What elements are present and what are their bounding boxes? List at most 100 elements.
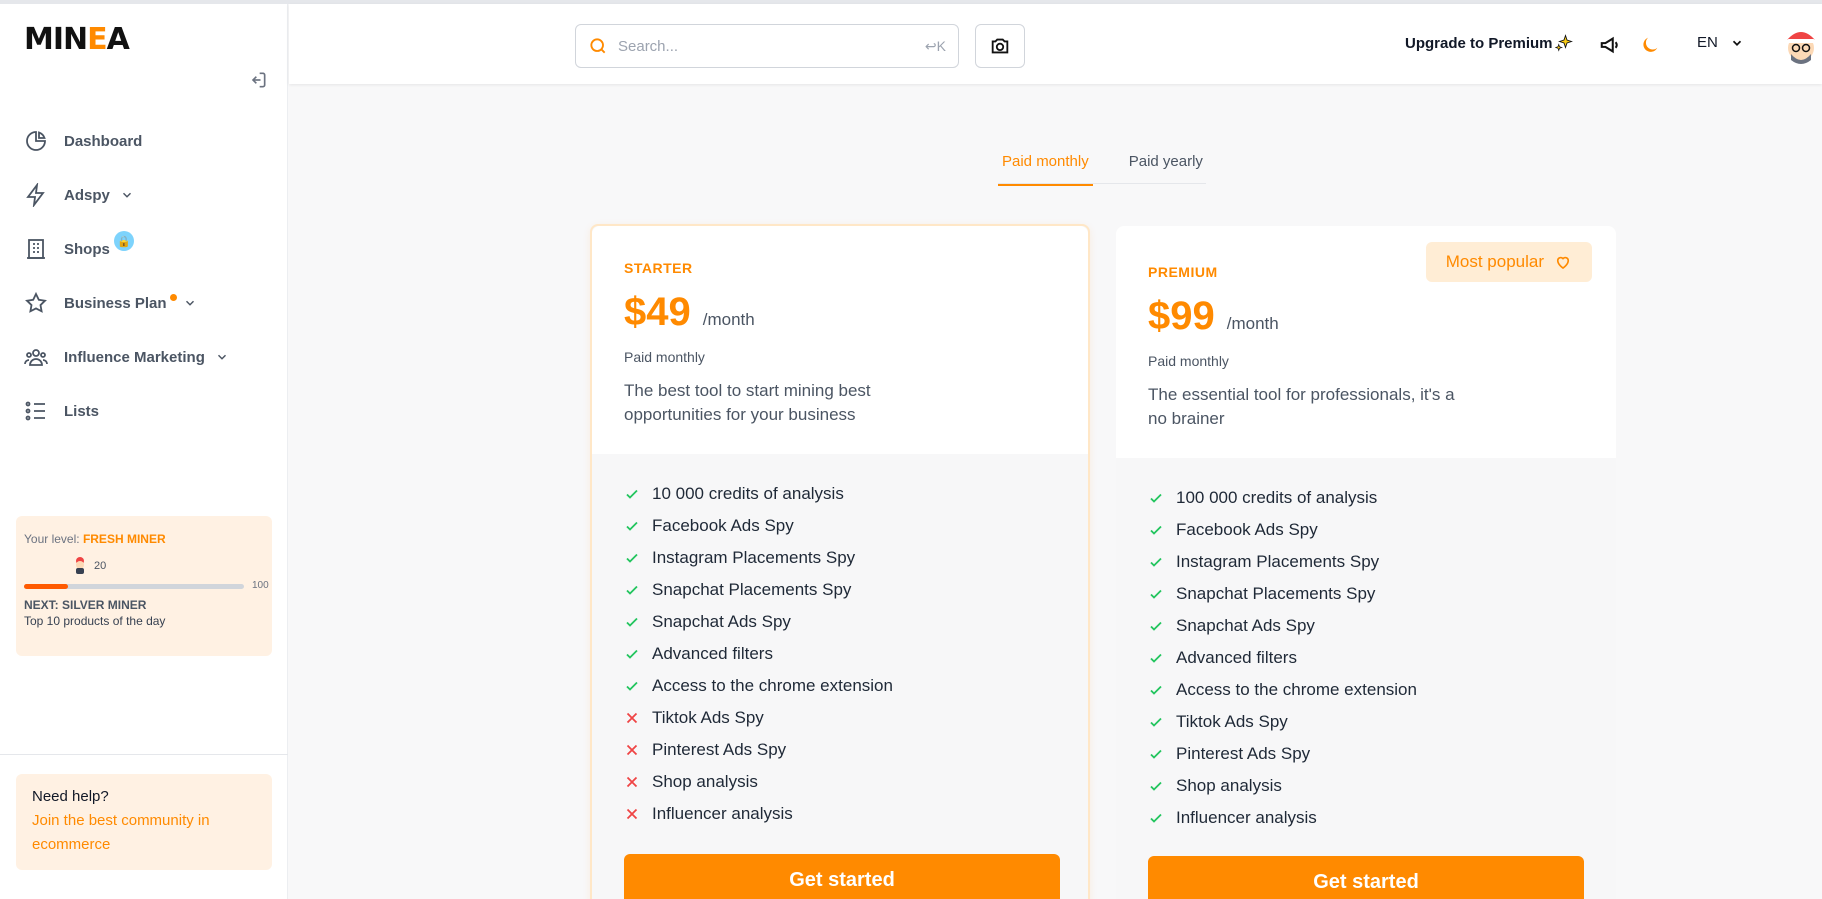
plan-period: /month (702, 310, 755, 329)
cross-icon (626, 776, 638, 788)
feature-text: Tiktok Ads Spy (1176, 712, 1288, 731)
users-icon (24, 345, 48, 369)
most-popular-badge: Most popular (1425, 242, 1592, 282)
plan-billing: Paid monthly (1148, 353, 1229, 369)
feature-item: Access to the chrome extension (1148, 674, 1584, 706)
plan-header: PREMIUM Most popular $99 /month Paid mon… (1116, 226, 1616, 458)
feature-text: Advanced filters (652, 644, 773, 663)
cross-icon (626, 744, 638, 756)
feature-text: Access to the chrome extension (1176, 680, 1417, 699)
chevron-down-icon (183, 296, 197, 310)
sidebar-item-business-plan[interactable]: Business Plan (0, 276, 288, 330)
sidebar-item-dashboard[interactable]: Dashboard (0, 114, 288, 168)
lock-icon: 🔒 (113, 231, 134, 251)
feature-text: Facebook Ads Spy (652, 516, 794, 535)
user-avatar[interactable] (1779, 22, 1822, 68)
tab-paid-yearly[interactable]: Paid yearly (1125, 145, 1207, 186)
feature-item: Shop analysis (1148, 770, 1584, 802)
pie-chart-icon (24, 129, 48, 153)
sidebar-item-label: Dashboard (64, 132, 143, 150)
feature-item: Pinterest Ads Spy (1148, 738, 1584, 770)
search-icon (588, 36, 608, 56)
plan-price: $99 (1148, 294, 1215, 338)
feature-text: Shop analysis (1176, 776, 1282, 795)
megaphone-icon[interactable] (1599, 34, 1621, 56)
level-name: FRESH MINER (82, 532, 166, 546)
feature-item: Instagram Placements Spy (1148, 546, 1584, 578)
sidebar-item-label: Business Plan (64, 294, 167, 312)
plan-name: STARTER (624, 260, 693, 276)
feature-item: Snapchat Placements Spy (1148, 578, 1584, 610)
plan-header: STARTER $49 /month Paid monthly The best… (592, 226, 1088, 454)
sidebar-item-adspy[interactable]: Adspy (0, 168, 288, 222)
feature-text: 100 000 credits of analysis (1176, 488, 1378, 507)
check-icon (1150, 685, 1162, 695)
feature-text: Snapchat Placements Spy (652, 580, 852, 599)
tab-paid-monthly[interactable]: Paid monthly (998, 145, 1093, 186)
plan-billing: Paid monthly (624, 349, 705, 365)
feature-item: Snapchat Ads Spy (624, 606, 1056, 638)
next-level-description: Top 10 products of the day (24, 614, 166, 628)
price-row: $49 /month (624, 290, 1056, 335)
next-level: NEXT: SILVER MINER (24, 598, 147, 612)
feature-text: Influencer analysis (1176, 808, 1317, 827)
building-icon (24, 237, 48, 261)
upgrade-premium-link[interactable]: Upgrade to Premium (1405, 34, 1573, 52)
level-max: 100 (252, 580, 269, 591)
get-started-button[interactable]: Get started (624, 854, 1060, 899)
feature-text: 10 000 credits of analysis (652, 484, 844, 503)
plan-description: The essential tool for professionals, it… (1148, 385, 1455, 428)
search-input[interactable] (618, 37, 925, 55)
check-icon (626, 521, 638, 531)
check-icon (626, 585, 638, 595)
get-started-button[interactable]: Get started (1148, 856, 1584, 899)
check-icon (626, 553, 638, 563)
feature-item: Influencer analysis (1148, 802, 1584, 834)
feature-text: Access to the chrome extension (652, 676, 893, 695)
feature-item: Instagram Placements Spy (624, 542, 1056, 574)
check-icon (1150, 781, 1162, 791)
collapse-sidebar-icon[interactable] (248, 70, 268, 90)
feature-text: Snapchat Ads Spy (652, 612, 791, 631)
language-label: EN (1697, 34, 1718, 51)
sidebar-item-shops[interactable]: Shops 🔒 (0, 222, 288, 276)
dark-mode-toggle-icon[interactable] (1639, 34, 1661, 56)
camera-icon (991, 38, 1009, 54)
feature-item: Pinterest Ads Spy (624, 734, 1056, 766)
feature-item: 10 000 credits of analysis (624, 478, 1056, 510)
sidebar-item-influence-marketing[interactable]: Influence Marketing (0, 330, 288, 384)
feature-item: Tiktok Ads Spy (624, 702, 1056, 734)
help-card: Need help? Join the best community in ec… (16, 774, 272, 870)
feature-list: 10 000 credits of analysis Facebook Ads S… (592, 454, 1088, 830)
minea-logo[interactable]: MINEA (24, 22, 130, 57)
check-icon (626, 649, 638, 659)
cross-icon (626, 712, 638, 724)
check-icon (1150, 589, 1162, 599)
feature-item: Snapchat Ads Spy (1148, 610, 1584, 642)
heart-icon (1556, 256, 1570, 269)
feature-text: Tiktok Ads Spy (652, 708, 764, 727)
lightning-icon (24, 181, 48, 209)
feature-item: 100 000 credits of analysis (1148, 482, 1584, 514)
language-selector[interactable]: EN (1697, 34, 1744, 51)
plan-description: The best tool to start mining best oppor… (624, 381, 871, 424)
feature-item: Access to the chrome extension (624, 670, 1056, 702)
level-card: Your level: FRESH MINER 20 100 NEXT: SIL… (16, 516, 272, 656)
sidebar-item-label: Shops (64, 240, 110, 258)
check-icon (1150, 749, 1162, 759)
level-progress-bar (24, 584, 244, 589)
billing-tabs: Paid monthly Paid yearly (998, 145, 1239, 186)
image-search-button[interactable] (975, 24, 1025, 68)
level-current: 20 (94, 560, 107, 572)
list-icon (24, 399, 48, 423)
plan-card-starter: STARTER $49 /month Paid monthly The best… (590, 224, 1090, 899)
community-link[interactable]: Join the best community in ecommerce (32, 809, 256, 857)
plan-period: /month (1226, 314, 1279, 333)
feature-item: Snapchat Placements Spy (624, 574, 1056, 606)
sidebar-item-label: Lists (64, 402, 100, 420)
feature-text: Advanced filters (1176, 648, 1297, 667)
sidebar-item-lists[interactable]: Lists (0, 384, 288, 438)
search-box: ↩K (575, 24, 959, 68)
feature-item: Tiktok Ads Spy (1148, 706, 1584, 738)
feature-text: Pinterest Ads Spy (1176, 744, 1311, 763)
